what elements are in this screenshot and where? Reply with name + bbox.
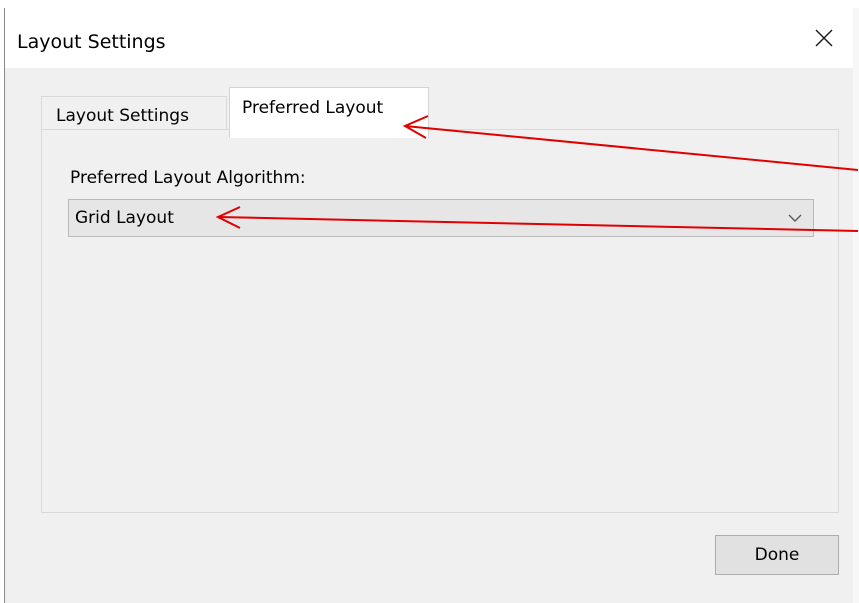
tab-label: Layout Settings [56, 106, 189, 126]
screenshot-stage: Layout Settings Layout Settings Preferre… [0, 0, 859, 603]
close-button[interactable] [798, 8, 854, 68]
close-icon [815, 29, 833, 47]
tab-label: Preferred Layout [242, 98, 384, 118]
layout-settings-dialog: Layout Settings Layout Settings Preferre… [4, 8, 854, 603]
selected-layout-value: Grid Layout [75, 208, 174, 228]
preferred-layout-panel: Preferred Layout Algorithm: Grid Layout [41, 129, 839, 513]
preferred-layout-algorithm-label: Preferred Layout Algorithm: [70, 168, 306, 188]
preferred-layout-algorithm-select[interactable]: Grid Layout [68, 199, 814, 237]
tab-preferred-layout[interactable]: Preferred Layout [229, 87, 429, 138]
window-title: Layout Settings [17, 31, 166, 53]
title-bar: Layout Settings [5, 8, 854, 68]
done-button[interactable]: Done [715, 535, 839, 575]
background-window-edge [853, 8, 859, 603]
chevron-down-icon [788, 214, 802, 222]
